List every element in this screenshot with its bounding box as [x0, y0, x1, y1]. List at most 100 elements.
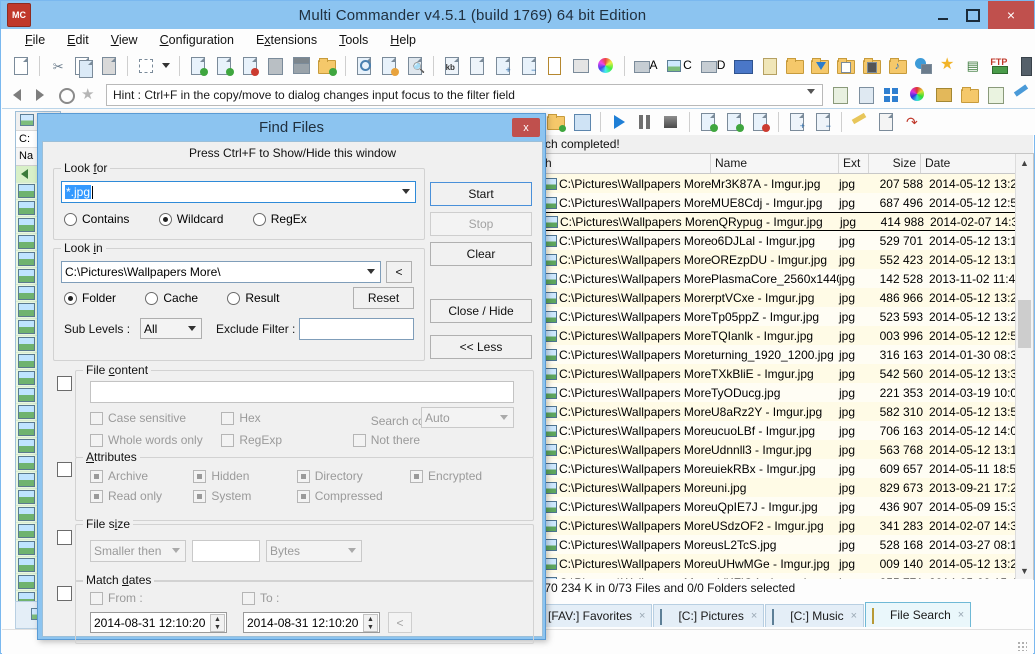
new-folder-icon[interactable] — [316, 55, 338, 77]
option-whole-words[interactable]: Whole words only — [90, 433, 218, 447]
table-row[interactable]: C:\Pictures\Wallpapers More uQpIE7J - Img… — [541, 497, 1033, 516]
attr-read-only[interactable]: Read only — [90, 489, 190, 503]
table-row[interactable]: C:\Pictures\Wallpapers More ucuoLBf - Img… — [541, 421, 1033, 440]
chevron-down-icon[interactable] — [348, 548, 356, 553]
forward-icon[interactable] — [33, 85, 53, 105]
table-row[interactable]: C:\Pictures\Wallpapers More uni.jpg jpg 829… — [541, 478, 1033, 497]
tab-c-pictures[interactable]: [C:] Pictures × — [653, 604, 765, 627]
option-hex[interactable]: Hex — [221, 411, 349, 425]
tab-close-icon[interactable]: × — [958, 609, 964, 621]
tab-close-icon[interactable]: × — [751, 610, 757, 622]
remove-selection-icon[interactable]: − — [518, 55, 540, 77]
scroll-up-icon[interactable]: ▲ — [1016, 154, 1033, 171]
menu-extensions[interactable]: Extensions — [245, 31, 328, 49]
attr-compressed[interactable]: Compressed — [296, 489, 383, 503]
file-size-unit-select[interactable]: Bytes — [266, 540, 362, 562]
brush-icon[interactable] — [1011, 83, 1033, 106]
network-icon[interactable] — [912, 55, 934, 77]
source-folder[interactable]: Folder — [64, 291, 116, 305]
edit-tool-icon[interactable] — [985, 84, 1007, 106]
table-row[interactable]: C:\Pictures\Wallpapers More PlasmaCore_25… — [541, 269, 1033, 288]
refresh-icon[interactable] — [10, 55, 32, 77]
date-to-spinner[interactable]: ▲ ▼ — [363, 614, 378, 632]
unpack-icon[interactable] — [290, 55, 312, 77]
documents-folder-icon[interactable] — [835, 55, 857, 77]
table-row[interactable]: C:\Pictures\Wallpapers More uUHwMGe - Img… — [541, 554, 1033, 573]
grid-view-icon[interactable] — [881, 84, 903, 106]
look-for-input[interactable]: *.jpg — [61, 181, 416, 203]
file-size-enable-checkbox[interactable] — [57, 530, 72, 545]
chevron-down-icon[interactable] — [188, 325, 196, 331]
column-header-ext[interactable]: Ext — [839, 154, 869, 173]
column-header-name[interactable]: Name — [711, 154, 839, 173]
copy-icon[interactable] — [72, 55, 94, 78]
folder-icon[interactable] — [784, 55, 806, 77]
date-from-spinner[interactable]: ▲ ▼ — [210, 614, 225, 632]
add-result-icon[interactable]: + — [786, 111, 808, 133]
copy-result-icon[interactable] — [697, 111, 719, 133]
table-row[interactable]: C:\Pictures\Wallpapers More USdzOF2 - Img… — [541, 516, 1033, 535]
table-row[interactable]: C:\Pictures\Wallpapers More nQRypug - Img… — [541, 212, 1033, 231]
date-from-input[interactable]: 2014-08-31 12:10:20 ▲ ▼ — [90, 612, 227, 633]
attr-encrypted[interactable]: Encrypted — [410, 469, 482, 483]
mode-wildcard[interactable]: Wildcard — [158, 212, 223, 226]
mode-regex[interactable]: RegEx — [252, 212, 307, 226]
select-icon[interactable] — [135, 55, 157, 77]
sub-levels-select[interactable]: All — [140, 318, 202, 339]
music-folder-icon[interactable]: ♪ — [887, 55, 909, 77]
option-not-there[interactable]: Not there — [352, 433, 420, 447]
minimize-button[interactable] — [928, 1, 958, 29]
attr-archive[interactable]: Archive — [90, 469, 190, 483]
drive-d-icon[interactable]: D — [699, 55, 729, 77]
table-row[interactable]: C:\Pictures\Wallpapers More usL2TcS.jpg jp… — [541, 535, 1033, 554]
stop-button[interactable]: Stop — [430, 212, 532, 236]
mode-contains[interactable]: Contains — [64, 212, 129, 226]
exclude-filter-input[interactable] — [299, 318, 414, 340]
match-dates-extra-button[interactable]: < — [388, 612, 412, 633]
dialog-close-button[interactable]: x — [512, 118, 540, 137]
results-vertical-scrollbar[interactable]: ▲ ▼ — [1015, 154, 1033, 579]
folder-tool-icon[interactable] — [959, 84, 981, 106]
move-files-icon[interactable] — [213, 55, 235, 77]
drive-a-icon[interactable]: A — [632, 55, 662, 77]
file-size-icon[interactable]: kb — [441, 55, 463, 77]
close-button[interactable]: × — [988, 1, 1034, 29]
menu-view[interactable]: View — [100, 31, 149, 49]
clear-results-icon[interactable] — [849, 111, 871, 133]
image-tool-icon[interactable] — [933, 84, 955, 106]
column-header-path[interactable]: h — [541, 154, 711, 173]
documents-icon[interactable] — [758, 55, 780, 77]
spinner-down-icon[interactable]: ▼ — [364, 623, 377, 631]
notepad-icon[interactable] — [829, 84, 851, 106]
match-dates-enable-checkbox[interactable] — [57, 586, 72, 601]
new-document-icon[interactable] — [875, 111, 897, 133]
table-row[interactable]: C:\Pictures\Wallpapers More Udnnll3 - Img… — [541, 440, 1033, 459]
tab-fav-favorites[interactable]: [FAV:] Favorites × — [541, 604, 653, 627]
reset-button[interactable]: Reset — [353, 287, 414, 309]
videos-folder-icon[interactable] — [861, 55, 883, 77]
chevron-down-icon[interactable] — [500, 414, 508, 420]
table-row[interactable]: C:\Pictures\Wallpapers More MUE8Cdj - Img… — [541, 193, 1033, 212]
history-icon[interactable] — [56, 85, 76, 105]
color-picker-icon[interactable] — [907, 84, 929, 106]
look-in-back-button[interactable]: < — [386, 261, 412, 283]
paste-icon[interactable] — [98, 55, 120, 77]
spinner-up-icon[interactable]: ▲ — [364, 615, 377, 623]
calculator-icon[interactable] — [855, 84, 877, 106]
stop-icon[interactable] — [660, 111, 682, 133]
table-row[interactable]: C:\Pictures\Wallpapers More Mr3K87A - Img… — [541, 174, 1033, 193]
maximize-button[interactable] — [958, 1, 988, 29]
pause-icon[interactable] — [634, 111, 656, 133]
file-content-enable-checkbox[interactable] — [57, 376, 72, 391]
menu-edit[interactable]: Edit — [56, 31, 100, 49]
remove-result-icon[interactable]: − — [812, 111, 834, 133]
less-button[interactable]: << Less — [430, 335, 532, 359]
save-results-icon[interactable] — [571, 111, 593, 133]
spinner-up-icon[interactable]: ▲ — [211, 615, 224, 623]
add-selection-icon[interactable]: + — [492, 55, 514, 77]
menu-file[interactable]: File — [14, 31, 56, 49]
date-to-input[interactable]: 2014-08-31 12:10:20 ▲ ▼ — [243, 612, 380, 633]
file-content-input[interactable] — [90, 381, 514, 403]
cut-icon[interactable]: ✂ — [47, 55, 69, 77]
downloads-folder-icon[interactable] — [809, 55, 831, 77]
